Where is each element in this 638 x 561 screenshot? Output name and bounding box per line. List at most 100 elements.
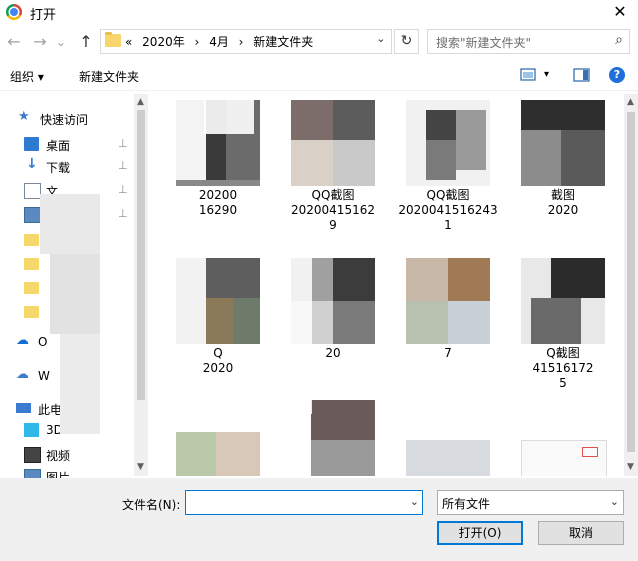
search-placeholder: 搜索"新建文件夹"	[436, 36, 532, 50]
view-dropdown-icon[interactable]: ▾	[544, 69, 549, 80]
scroll-up-icon[interactable]: ▲	[627, 97, 634, 107]
scroll-down-icon[interactable]: ▼	[627, 462, 634, 472]
sidebar-item-label: 视频	[46, 449, 71, 463]
file-thumbnail	[291, 100, 375, 186]
file-name: QQ截图 2020041516243 1	[396, 188, 500, 233]
forward-arrow-icon[interactable]: →	[30, 32, 50, 52]
content-scrollbar[interactable]: ▲ ▼	[624, 94, 638, 476]
filename-input[interactable]: ⌄	[185, 490, 423, 515]
file-name-line: 9	[329, 218, 337, 232]
file-name-line: 20200415162	[291, 203, 375, 217]
toolbar: 组织 ▾ 新建文件夹 ▾ ?	[0, 62, 638, 91]
folder-icon	[24, 306, 39, 318]
close-icon[interactable]: ✕	[610, 2, 630, 21]
file-thumbnail	[176, 258, 260, 344]
breadcrumb-april[interactable]: 4月	[209, 35, 229, 49]
file-name: QQ截图 20200415162 9	[281, 188, 385, 233]
help-icon[interactable]: ?	[609, 67, 625, 83]
chevron-down-icon[interactable]: ⌄	[410, 495, 419, 508]
back-arrow-icon[interactable]: ←	[4, 32, 24, 52]
chevron-down-icon[interactable]: ⌄	[610, 495, 619, 508]
organize-button[interactable]: 组织 ▾	[10, 68, 44, 85]
document-icon	[24, 183, 41, 199]
video-icon	[24, 447, 41, 463]
pin-icon: ⊥	[118, 137, 128, 150]
view-icon[interactable]	[520, 67, 538, 83]
file-name-line: 2020	[547, 203, 579, 217]
star-icon: ★	[18, 109, 30, 124]
scroll-up-icon[interactable]: ▲	[137, 97, 144, 107]
picture-icon	[24, 207, 41, 223]
folder-icon	[24, 258, 39, 270]
sidebar-item-label: 下载	[46, 161, 71, 175]
sidebar-item-star[interactable]: ★ 快速访问	[0, 108, 134, 130]
open-button[interactable]: 打开(O)	[437, 521, 523, 545]
file-thumbnail	[406, 100, 490, 186]
file-name-line: 1	[444, 218, 452, 232]
refresh-icon[interactable]: ↻	[394, 29, 419, 54]
file-type-value: 所有文件	[442, 497, 491, 511]
search-icon[interactable]: ⌕	[615, 32, 623, 48]
file-thumbnail	[406, 440, 490, 476]
file-name-line: 20200	[198, 188, 238, 202]
breadcrumb-overflow[interactable]: «	[125, 35, 132, 49]
scrollbar-thumb[interactable]	[627, 112, 635, 452]
breadcrumb-new-folder[interactable]: 新建文件夹	[253, 35, 313, 49]
sidebar-item-download[interactable]: ↓ 下载 ⊥	[0, 156, 134, 178]
chrome-app-icon	[6, 4, 22, 20]
navigation-bar: ← → ⌄ ↑ « 2020年 › 4月 › 新建文件夹 ⌄ ↻ 搜索"新建文件…	[0, 26, 638, 58]
file-name: Q 2020	[166, 346, 270, 376]
address-bar[interactable]: « 2020年 › 4月 › 新建文件夹 ⌄	[100, 29, 392, 54]
file-name-line: 2020	[202, 361, 234, 375]
sidebar-item-label: 桌面	[46, 139, 71, 153]
folder-icon	[105, 32, 121, 47]
file-type-select[interactable]: 所有文件 ⌄	[437, 490, 624, 515]
sidebar-item-label: W	[38, 369, 50, 383]
sidebar-scrollbar[interactable]: ▲ ▼	[134, 94, 148, 476]
file-thumbnail	[521, 440, 607, 476]
file-name-line: 7	[444, 346, 452, 360]
breadcrumb-2020[interactable]: 2020年	[142, 35, 185, 49]
file-name-line: 41516172	[532, 361, 594, 375]
folder-icon	[24, 282, 39, 294]
folder-icon	[24, 234, 39, 246]
file-name: 20200 16290	[166, 188, 270, 218]
onedrive-icon: ☁	[16, 333, 29, 348]
3d-objects-icon	[24, 423, 39, 437]
file-thumbnail	[521, 258, 605, 344]
desktop-icon	[24, 137, 39, 151]
dialog-footer: 文件名(N): ⌄ 所有文件 ⌄ 打开(O) 取消	[0, 478, 638, 561]
search-input[interactable]: 搜索"新建文件夹" ⌕	[427, 29, 630, 54]
breadcrumb-separator[interactable]: ›	[239, 35, 244, 49]
preview-pane-icon[interactable]	[573, 67, 591, 83]
breadcrumb-separator[interactable]: ›	[195, 35, 200, 49]
sidebar-item-label: O	[38, 335, 48, 349]
window-title: 打开	[30, 8, 57, 23]
file-list-view[interactable]: 20200 16290 QQ截图 20200415162 9 QQ截图 2020…	[152, 94, 622, 476]
file-name: Q截图 41516172 5	[511, 346, 615, 391]
file-name-line: 2020041516243	[398, 203, 498, 217]
up-arrow-icon[interactable]: ↑	[76, 32, 96, 52]
chevron-down-icon[interactable]: ⌄	[373, 32, 389, 45]
new-folder-button[interactable]: 新建文件夹	[79, 68, 139, 85]
file-name-line: Q截图	[546, 346, 580, 360]
file-thumbnail	[176, 432, 260, 476]
pin-icon: ⊥	[118, 183, 128, 196]
breadcrumb: « 2020年 › 4月 › 新建文件夹	[125, 33, 319, 50]
scrollbar-thumb[interactable]	[137, 110, 145, 400]
scroll-down-icon[interactable]: ▼	[137, 462, 144, 472]
recent-locations-icon[interactable]: ⌄	[54, 32, 68, 52]
sidebar-item-video[interactable]: 视频	[0, 444, 134, 466]
cancel-button[interactable]: 取消	[538, 521, 624, 545]
wps-cloud-icon: ☁	[16, 367, 29, 382]
navigation-pane: ★快速访问桌面⊥↓下载⊥文⊥图⊥☁O☁W此电3D视频图片 ▲ ▼	[0, 94, 148, 485]
sidebar-item-desktop[interactable]: 桌面 ⊥	[0, 134, 134, 156]
this-pc-icon	[16, 403, 31, 413]
file-thumbnail	[521, 100, 605, 186]
download-icon: ↓	[26, 156, 38, 172]
title-bar: 打开 ✕	[0, 0, 638, 24]
file-name-line: 16290	[198, 203, 238, 217]
file-name-line: 截图	[550, 188, 575, 202]
file-name: 截图 2020	[511, 188, 615, 218]
file-name-line: 5	[559, 376, 567, 390]
